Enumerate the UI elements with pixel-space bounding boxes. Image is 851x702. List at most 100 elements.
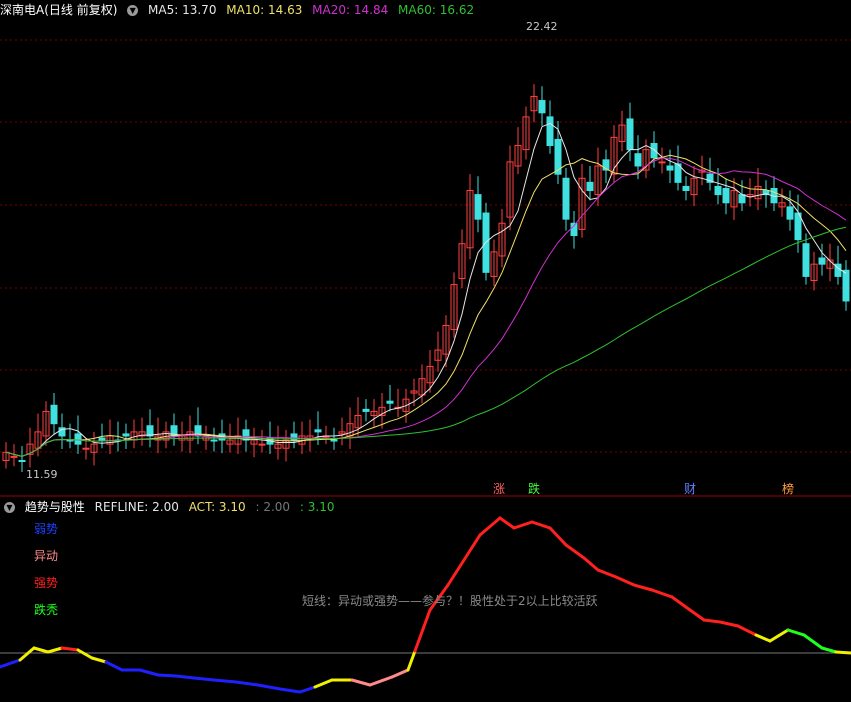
candle-body (210, 439, 218, 442)
chart-window: 深南电A(日线 前复权) ▼ MA5: 13.70 MA10: 14.63 MA… (0, 0, 851, 698)
indicator-title: 趋势与股性 (24, 500, 85, 514)
candle-body (682, 185, 690, 192)
refline-value: REFLINE: 2.00 (94, 500, 179, 514)
ma20-value: MA20: 14.84 (312, 3, 389, 17)
candle-body (18, 460, 26, 463)
candle-body (386, 400, 394, 404)
indicator-segment (548, 526, 568, 547)
main-header: 深南电A(日线 前复权) ▼ MA5: 13.70 MA10: 14.63 MA… (0, 0, 480, 20)
candle-body (586, 181, 594, 192)
indicator-segment (413, 608, 432, 653)
candle-body (634, 153, 642, 167)
candle-body (10, 455, 18, 458)
indicator-segment (702, 618, 722, 624)
indicator-segment (670, 595, 692, 612)
candle-body (314, 429, 322, 433)
event-rise[interactable]: 涨 (491, 482, 507, 497)
indicator-segment (313, 678, 334, 689)
indicator-segment (174, 674, 196, 680)
event-fall[interactable]: 跌 (526, 482, 542, 497)
indicator-segment (298, 685, 317, 694)
indicator-segment (786, 628, 806, 637)
ma10-line (5, 154, 847, 457)
indicator-segment (736, 624, 758, 637)
ma5-value: MA5: 13.70 (148, 3, 217, 17)
candle-body (738, 194, 746, 204)
indicator-segment (564, 543, 586, 560)
candle-body (474, 194, 482, 220)
candle-body (786, 206, 794, 220)
indicator-segment (834, 650, 851, 655)
candle-body (546, 116, 554, 147)
indicator-segment (350, 678, 372, 687)
stock-name: 深南电A(日线 前复权) (0, 3, 118, 17)
indicator-segment (256, 683, 282, 691)
indicator-segment (768, 628, 790, 643)
indicator-segment (406, 649, 417, 672)
indicator-segment (138, 668, 160, 677)
high-price-label: 22.42 (526, 20, 558, 33)
indicator-note: 短线：异动或强势——参与？！股性处于2以上比较活跃 (302, 594, 598, 608)
candle-body (722, 187, 730, 204)
candle-body (362, 408, 370, 412)
indicator-segment (688, 608, 706, 622)
indicator-segment (192, 676, 216, 682)
indicator-segment (18, 646, 36, 662)
candle-body (562, 177, 570, 220)
indicator-segment (156, 673, 178, 678)
indicator-segment (446, 558, 466, 587)
indicator-segment (234, 680, 260, 687)
indicator-segment (46, 646, 64, 654)
indicator-segment (212, 678, 238, 684)
candle-body (122, 433, 130, 437)
candle-body (626, 118, 634, 151)
candle-body (802, 243, 810, 277)
indicator-segment (278, 687, 302, 694)
event-list[interactable]: 榜 (780, 482, 796, 497)
candle-body (50, 404, 58, 425)
indicator-segment (530, 520, 552, 530)
candle-body (258, 443, 266, 446)
indicator-segment (0, 658, 22, 669)
candle-body (82, 447, 90, 450)
legend-weak: 弱势 (34, 522, 59, 536)
indicator-segment (462, 533, 482, 562)
indicator-segment (582, 556, 600, 572)
candle-body (818, 257, 826, 265)
candle-body (658, 161, 666, 164)
chevron-down-icon[interactable]: ▼ (127, 5, 139, 16)
candle-body (330, 439, 338, 442)
indicator-segment (390, 668, 410, 679)
indicator-segment (754, 633, 772, 643)
indicator-header: ▼ 趋势与股性 REFLINE: 2.00 ACT: 3.10 : 2.00 :… (0, 497, 340, 517)
indicator-segment (76, 648, 94, 660)
candle-body (650, 142, 658, 159)
indicator-segment (32, 646, 50, 654)
indicator-segment (718, 620, 740, 628)
indicator-segment (512, 520, 534, 530)
chevron-down-icon[interactable]: ▼ (4, 502, 15, 513)
indicator-v3: : 2.00 (255, 500, 291, 514)
indicator-segment (478, 516, 502, 537)
indicator-segment (820, 646, 838, 654)
event-finance[interactable]: 财 (682, 482, 698, 497)
candle-body (98, 437, 106, 441)
indicator-segment (614, 575, 636, 587)
candle-body (666, 165, 674, 171)
act-value: ACT: 3.10 (188, 500, 246, 514)
indicator-segment (498, 516, 516, 530)
indicator-v4: : 3.10 (299, 500, 335, 514)
ma10-value: MA10: 14.63 (226, 3, 303, 17)
indicator-segment (632, 583, 654, 592)
indicator-segment (90, 656, 108, 664)
legend-strong: 强势 (34, 576, 59, 590)
candle-body (538, 100, 546, 114)
ma60-line (5, 226, 847, 457)
legend-falling: 跌秃 (34, 603, 59, 617)
indicator-segment (104, 660, 124, 672)
candle-body (74, 433, 82, 445)
legend-abnormal: 异动 (34, 549, 59, 563)
indicator-segment (60, 646, 80, 652)
indicator-segment (596, 568, 618, 579)
ma60-value: MA60: 16.62 (398, 3, 475, 17)
